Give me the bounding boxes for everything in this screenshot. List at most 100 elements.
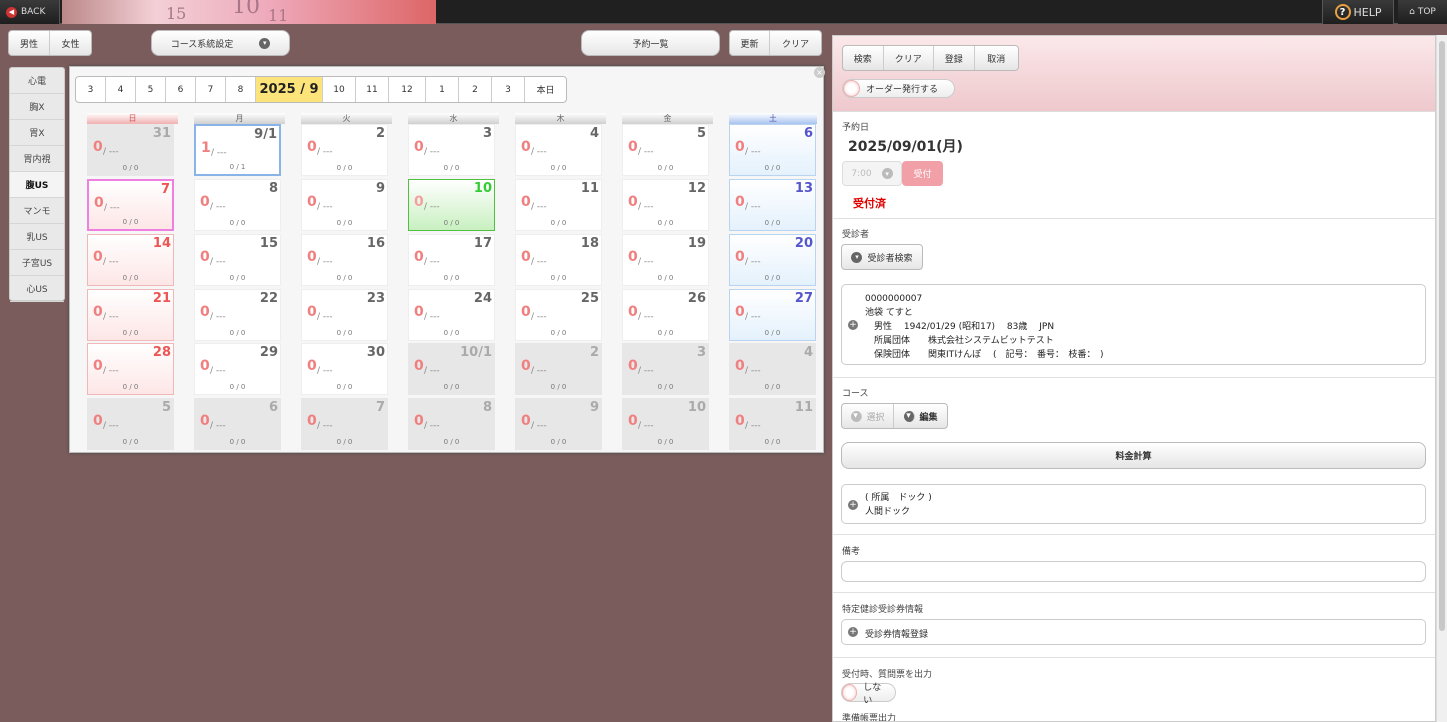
calendar-day-cell[interactable]: 26 0/ --- 0 / 0 [622,289,709,341]
month-button[interactable]: 3 [492,77,525,102]
sidebar-item[interactable]: 心US [10,276,64,302]
calendar-day-cell[interactable]: 8 0/ --- 0 / 0 [194,179,281,231]
fee-calc-button[interactable]: 料金計算 [841,442,1426,469]
course-system-dropdown[interactable]: コース系統設定 ▾ [151,30,290,56]
sidebar-item[interactable]: 胃内視 [10,146,64,172]
calendar-day-cell[interactable]: 31 0/ --- 0 / 0 [87,124,174,176]
sidebar-item[interactable]: 胃X [10,120,64,146]
calendar-day-cell[interactable]: 12 0/ --- 0 / 0 [622,179,709,231]
calendar-day-cell[interactable]: 29 0/ --- 0 / 0 [194,343,281,395]
help-button[interactable]: ? HELP [1322,0,1394,24]
calendar-day-cell[interactable]: 27 0/ --- 0 / 0 [729,289,816,341]
update-button[interactable]: 更新 [730,31,771,55]
calendar-day-cell[interactable]: 13 0/ --- 0 / 0 [729,179,816,231]
month-button[interactable]: 11 [356,77,389,102]
calendar-day-cell[interactable]: 9 0/ --- 0 / 0 [301,179,388,231]
reservation-count: 0 [307,413,317,429]
calendar-day-cell[interactable]: 6 0/ --- 0 / 0 [729,124,816,176]
sidebar-item[interactable]: 腹US [10,172,64,198]
calendar-day-cell[interactable]: 8 0/ --- 0 / 0 [408,398,495,450]
reservation-count: 0 [628,358,638,374]
examinee-card[interactable]: + 0000000007 池袋 てすと 男性 1942/01/29 (昭和17)… [841,284,1426,365]
clear-panel-button[interactable]: クリア [884,46,934,70]
calendar-day-cell[interactable]: 16 0/ --- 0 / 0 [301,234,388,286]
reservation-list-button[interactable]: 予約一覧 [581,30,720,56]
calendar-day-cell[interactable]: 2 0/ --- 0 / 0 [515,343,602,395]
month-button[interactable]: 4 [106,77,136,102]
month-button[interactable]: 2 [459,77,492,102]
clear-button[interactable]: クリア [770,31,821,55]
calendar-day-cell[interactable]: 5 0/ --- 0 / 0 [87,398,174,450]
calendar-day-cell[interactable]: 7 0/ --- 0 / 0 [301,398,388,450]
calendar-day-cell[interactable]: 6 0/ --- 0 / 0 [194,398,281,450]
month-button[interactable]: 7 [196,77,226,102]
slot-count: 0 / 0 [336,438,353,446]
questionnaire-toggle[interactable]: しない [841,683,896,706]
calendar-day-cell[interactable]: 21 0/ --- 0 / 0 [87,289,174,341]
calendar-day-cell[interactable]: 9 0/ --- 0 / 0 [515,398,602,450]
calendar-day-cell[interactable]: 30 0/ --- 0 / 0 [301,343,388,395]
calendar-day-cell[interactable]: 18 0/ --- 0 / 0 [515,234,602,286]
calendar-day-cell[interactable]: 15 0/ --- 0 / 0 [194,234,281,286]
course-select-button[interactable]: ▾ 選択 [842,404,895,428]
register-button[interactable]: 登録 [934,46,975,70]
calendar-day-cell[interactable]: 9/1 1/ --- 0 / 1 [194,124,281,176]
calendar-day-cell[interactable]: 23 0/ --- 0 / 0 [301,289,388,341]
calendar-day-cell[interactable]: 11 0/ --- 0 / 0 [515,179,602,231]
sidebar-item[interactable]: 心電 [10,68,64,94]
calendar-day-cell[interactable]: 10/1 0/ --- 0 / 0 [408,343,495,395]
scrollbar-thumb[interactable] [1439,41,1445,631]
calendar-day-cell[interactable]: 14 0/ --- 0 / 0 [87,234,174,286]
calendar-day-cell[interactable]: 4 0/ --- 0 / 0 [729,343,816,395]
male-button[interactable]: 男性 [9,31,51,55]
sidebar-item[interactable]: 乳US [10,224,64,250]
weekday-label: 月 [194,113,285,124]
month-button[interactable]: 5 [136,77,166,102]
calendar-day-cell[interactable]: 5 0/ --- 0 / 0 [622,124,709,176]
calendar-day-cell[interactable]: 2 0/ --- 0 / 0 [301,124,388,176]
slot-count: 0 / 0 [550,329,567,337]
calendar-day-cell[interactable]: 24 0/ --- 0 / 0 [408,289,495,341]
slot-count: 0 / 0 [122,164,139,172]
sidebar-item[interactable]: 子宮US [10,250,64,276]
remarks-input[interactable] [841,561,1426,582]
voucher-register-card[interactable]: + 受診券情報登録 [841,619,1426,645]
examinee-search-button[interactable]: ▾ 受診者検索 [841,244,923,270]
time-select[interactable]: 7:00 ▾ [842,161,902,186]
course-edit-button[interactable]: ▾ 編集 [894,404,947,428]
accept-button[interactable]: 受付 [902,161,943,186]
calendar-day-cell[interactable]: 22 0/ --- 0 / 0 [194,289,281,341]
calendar-day-cell[interactable]: 3 0/ --- 0 / 0 [622,343,709,395]
month-button[interactable]: 1 [426,77,459,102]
cancel-button[interactable]: 取消 [975,46,1018,70]
calendar-day-cell[interactable]: 10 0/ --- 0 / 0 [622,398,709,450]
month-button[interactable]: 3 [76,77,106,102]
calendar-day-cell[interactable]: 3 0/ --- 0 / 0 [408,124,495,176]
month-button[interactable]: 12 [389,77,426,102]
sidebar-item[interactable]: マンモ [10,198,64,224]
calendar-day-cell[interactable]: 25 0/ --- 0 / 0 [515,289,602,341]
panel-scrollbar[interactable] [1436,35,1447,722]
sidebar-item[interactable]: 胸X [10,94,64,120]
close-icon[interactable]: × [814,67,825,78]
calendar-day-cell[interactable]: 11 0/ --- 0 / 0 [729,398,816,450]
calendar-day-cell[interactable]: 20 0/ --- 0 / 0 [729,234,816,286]
calendar-day-cell[interactable]: 28 0/ --- 0 / 0 [87,343,174,395]
calendar-day-cell[interactable]: 4 0/ --- 0 / 0 [515,124,602,176]
calendar-day-cell[interactable]: 19 0/ --- 0 / 0 [622,234,709,286]
top-button[interactable]: ⌂ TOP [1398,0,1447,24]
calendar-day-cell[interactable]: 10 0/ --- 0 / 0 [408,179,495,231]
course-info-card[interactable]: + ( 所属 ドック ) 人間ドック [841,484,1426,524]
today-button[interactable]: 本日 [525,77,566,102]
capacity-placeholder: / --- [638,147,654,157]
current-month[interactable]: 2025 / 9 [256,77,323,102]
calendar-day-cell[interactable]: 17 0/ --- 0 / 0 [408,234,495,286]
calendar-day-cell[interactable]: 7 0/ --- 0 / 0 [87,179,174,231]
month-button[interactable]: 8 [226,77,256,102]
search-button[interactable]: 検索 [843,46,884,70]
female-button[interactable]: 女性 [50,31,91,55]
month-button[interactable]: 6 [166,77,196,102]
order-issue-toggle[interactable]: オーダー発行する [842,79,955,98]
month-button[interactable]: 10 [323,77,356,102]
back-button[interactable]: ◀ BACK [0,0,60,24]
